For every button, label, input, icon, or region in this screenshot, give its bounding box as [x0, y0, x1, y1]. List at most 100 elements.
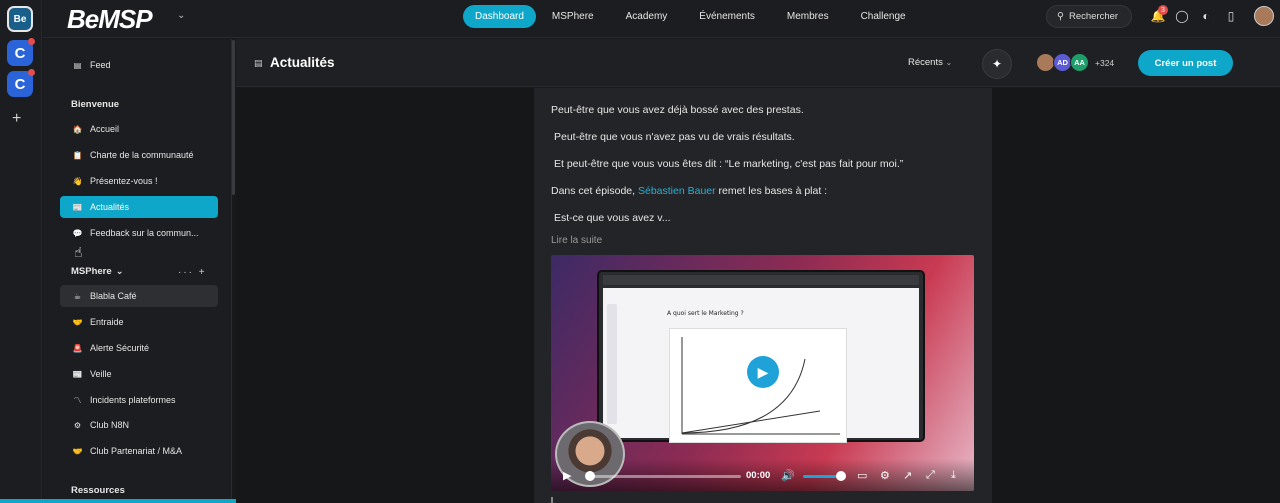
workspace-c-1[interactable]: C [7, 38, 35, 66]
channel-icon: 🤝 [72, 317, 83, 327]
workspace-c-2-dot [28, 69, 35, 76]
bell-icon[interactable]: 🔔 3 [1151, 5, 1168, 23]
section-title-ressources[interactable]: Ressources [71, 485, 125, 496]
nav-item-1[interactable]: MSPhere [536, 5, 610, 28]
sidebar-item-msphere-5[interactable]: ⚙ Club N8N [60, 414, 218, 436]
section-title-bienvenue[interactable]: Bienvenue [71, 99, 119, 110]
sort-dropdown[interactable]: Récents ⌄ [908, 57, 952, 68]
sidebar-item-bienvenue-1[interactable]: 📋 Charte de la communauté [60, 144, 218, 166]
workspace-c-2-label: C [14, 75, 26, 93]
news-icon: ▤ [254, 58, 263, 68]
settings-icon[interactable]: ⚙ [880, 469, 890, 482]
video-player[interactable]: A quoi sert le Marketing ? ▶ ▶ 00:00 🔊 ▭… [551, 255, 974, 491]
bottom-accent-bar [0, 499, 250, 503]
main-header: ▤ Actualités Récents ⌄ ✦ AD AA +324 Créer … [236, 39, 1280, 87]
popout-icon[interactable]: ↗ [903, 469, 912, 482]
channel-icon: ☕ [73, 291, 82, 301]
feed-scrollbar[interactable] [551, 497, 553, 503]
sidebar: ▤ Feed Bienvenue MSPhere ⌄ ··· + Ressourc… [43, 39, 232, 503]
author-link[interactable]: Sébastien Bauer [638, 185, 716, 197]
workspace-bemsp[interactable]: Be [7, 6, 33, 32]
video-time: 00:00 [746, 470, 771, 481]
channel-icon: 🚨 [72, 343, 83, 353]
post-text-prefix: Dans cet épisode, [551, 185, 636, 197]
member-avatars[interactable]: AD AA +324 [1036, 53, 1114, 72]
channel-icon: 📋 [72, 150, 83, 160]
sidebar-item-label: Actualités [90, 202, 130, 212]
section-tools[interactable]: ··· + [178, 267, 207, 278]
post-text: Et peut-être que vous vous êtes dit : “L… [554, 158, 904, 170]
workspace-rail: Be C C + [0, 0, 42, 503]
member-count: +324 [1095, 57, 1115, 68]
create-post-button[interactable]: Créer un post [1138, 50, 1233, 76]
slide-heading: A quoi sert le Marketing ? [667, 310, 744, 317]
search-button[interactable]: ⚲ Rechercher [1046, 5, 1132, 28]
sidebar-item-msphere-0[interactable]: ☕ Blabla Café [60, 285, 218, 307]
fullscreen-icon[interactable]: ⤢ [926, 469, 935, 482]
search-label: Rechercher [1068, 11, 1119, 22]
sidebar-item-msphere-1[interactable]: 🤝 Entraide [60, 311, 218, 333]
sidebar-item-label: Club N8N [90, 420, 130, 430]
post-card: Peut-être que vous avez déjà bossé avec … [534, 88, 992, 503]
sidebar-item-bienvenue-4[interactable]: 💬 Feedback sur la commun... [60, 222, 218, 244]
chevron-down-icon: ⌄ [945, 58, 953, 67]
sidebar-item-label: Blabla Café [90, 291, 137, 301]
bookmark-icon[interactable]: ▯ [1224, 9, 1238, 23]
add-workspace-icon[interactable]: + [12, 110, 21, 128]
sidebar-item-label: Incidents plateformes [90, 395, 176, 405]
sidebar-scrollbar[interactable] [232, 40, 235, 195]
nav-item-0[interactable]: Dashboard [463, 5, 536, 28]
browser-bar [603, 275, 919, 285]
channel-icon: 〽 [73, 395, 82, 405]
nav-item-5[interactable]: Challenge [845, 5, 922, 28]
mouse-cursor-icon: ☝ [74, 244, 83, 260]
read-more-link[interactable]: Lire la suite [551, 235, 602, 246]
sidebar-item-msphere-3[interactable]: 📰 Veille [60, 363, 218, 385]
sidebar-item-label: Alerte Sécurité [90, 343, 150, 353]
download-icon[interactable]: ⤓ [951, 469, 956, 482]
sidebar-item-label: Présentez-vous ! [90, 176, 158, 186]
chevron-down-icon[interactable]: ⌄ [177, 10, 185, 21]
channel-icon: 📰 [72, 369, 83, 379]
top-header: BeMSP ⌄ Dashboard MSPhere Academy Événement… [43, 0, 1280, 38]
post-text-suffix: remet les bases à plat : [718, 185, 828, 197]
nav-item-4[interactable]: Membres [771, 5, 845, 28]
user-avatar[interactable] [1254, 6, 1274, 26]
section-title-msphere[interactable]: MSPhere ⌄ [71, 266, 124, 277]
sidebar-item-msphere-4[interactable]: 〽 Incidents plateformes [60, 389, 218, 411]
channel-icon: ⚙ [73, 420, 82, 430]
help-icon[interactable]: ◐ [1199, 9, 1213, 23]
sidebar-item-bienvenue-2[interactable]: 👋 Présentez-vous ! [60, 170, 218, 192]
sparkle-icon[interactable]: ✦ [982, 49, 1012, 79]
sidebar-item-label: Accueil [90, 124, 120, 134]
post-text: Dans cet épisode, Sébastien Bauer remet … [551, 185, 827, 197]
nav-item-3[interactable]: Événements [683, 5, 771, 28]
notification-badge: 3 [1158, 5, 1168, 15]
sidebar-item-label: Entraide [90, 317, 124, 327]
progress-track[interactable] [587, 475, 741, 478]
sidebar-item-bienvenue-3[interactable]: 📰 Actualités [60, 196, 218, 218]
channel-icon: 🤝 [72, 446, 83, 456]
play-overlay-button[interactable]: ▶ [747, 356, 779, 388]
sort-label: Récents [908, 57, 943, 68]
logo[interactable]: BeMSP [67, 4, 153, 35]
chat-icon[interactable]: ◯ [1175, 9, 1189, 23]
sidebar-item-feed[interactable]: ▤ Feed [60, 54, 218, 76]
workspace-c-1-dot [28, 38, 35, 45]
workspace-c-2[interactable]: C [7, 69, 35, 97]
play-icon[interactable]: ▶ [563, 469, 571, 482]
member-avatar[interactable]: AA [1070, 53, 1089, 72]
main-nav: Dashboard MSPhere Academy Événements Membres… [463, 5, 922, 28]
search-icon: ⚲ [1057, 11, 1064, 22]
sidebar-item-bienvenue-0[interactable]: 🏠 Accueil [60, 118, 218, 140]
sidebar-item-msphere-6[interactable]: 🤝 Club Partenariat / M&A [60, 440, 218, 462]
sidebar-item-label: Feed [90, 60, 111, 70]
volume-handle[interactable] [835, 471, 846, 481]
sidebar-item-msphere-2[interactable]: 🚨 Alerte Sécurité [60, 337, 218, 359]
volume-icon[interactable]: 🔊 [781, 469, 795, 482]
section-title-msphere-label: MSPhere [71, 266, 112, 277]
page-title: Actualités [270, 55, 335, 70]
post-text: Est-ce que vous avez v... [554, 212, 671, 224]
nav-item-2[interactable]: Academy [610, 5, 684, 28]
captions-icon[interactable]: ▭ [857, 469, 867, 482]
